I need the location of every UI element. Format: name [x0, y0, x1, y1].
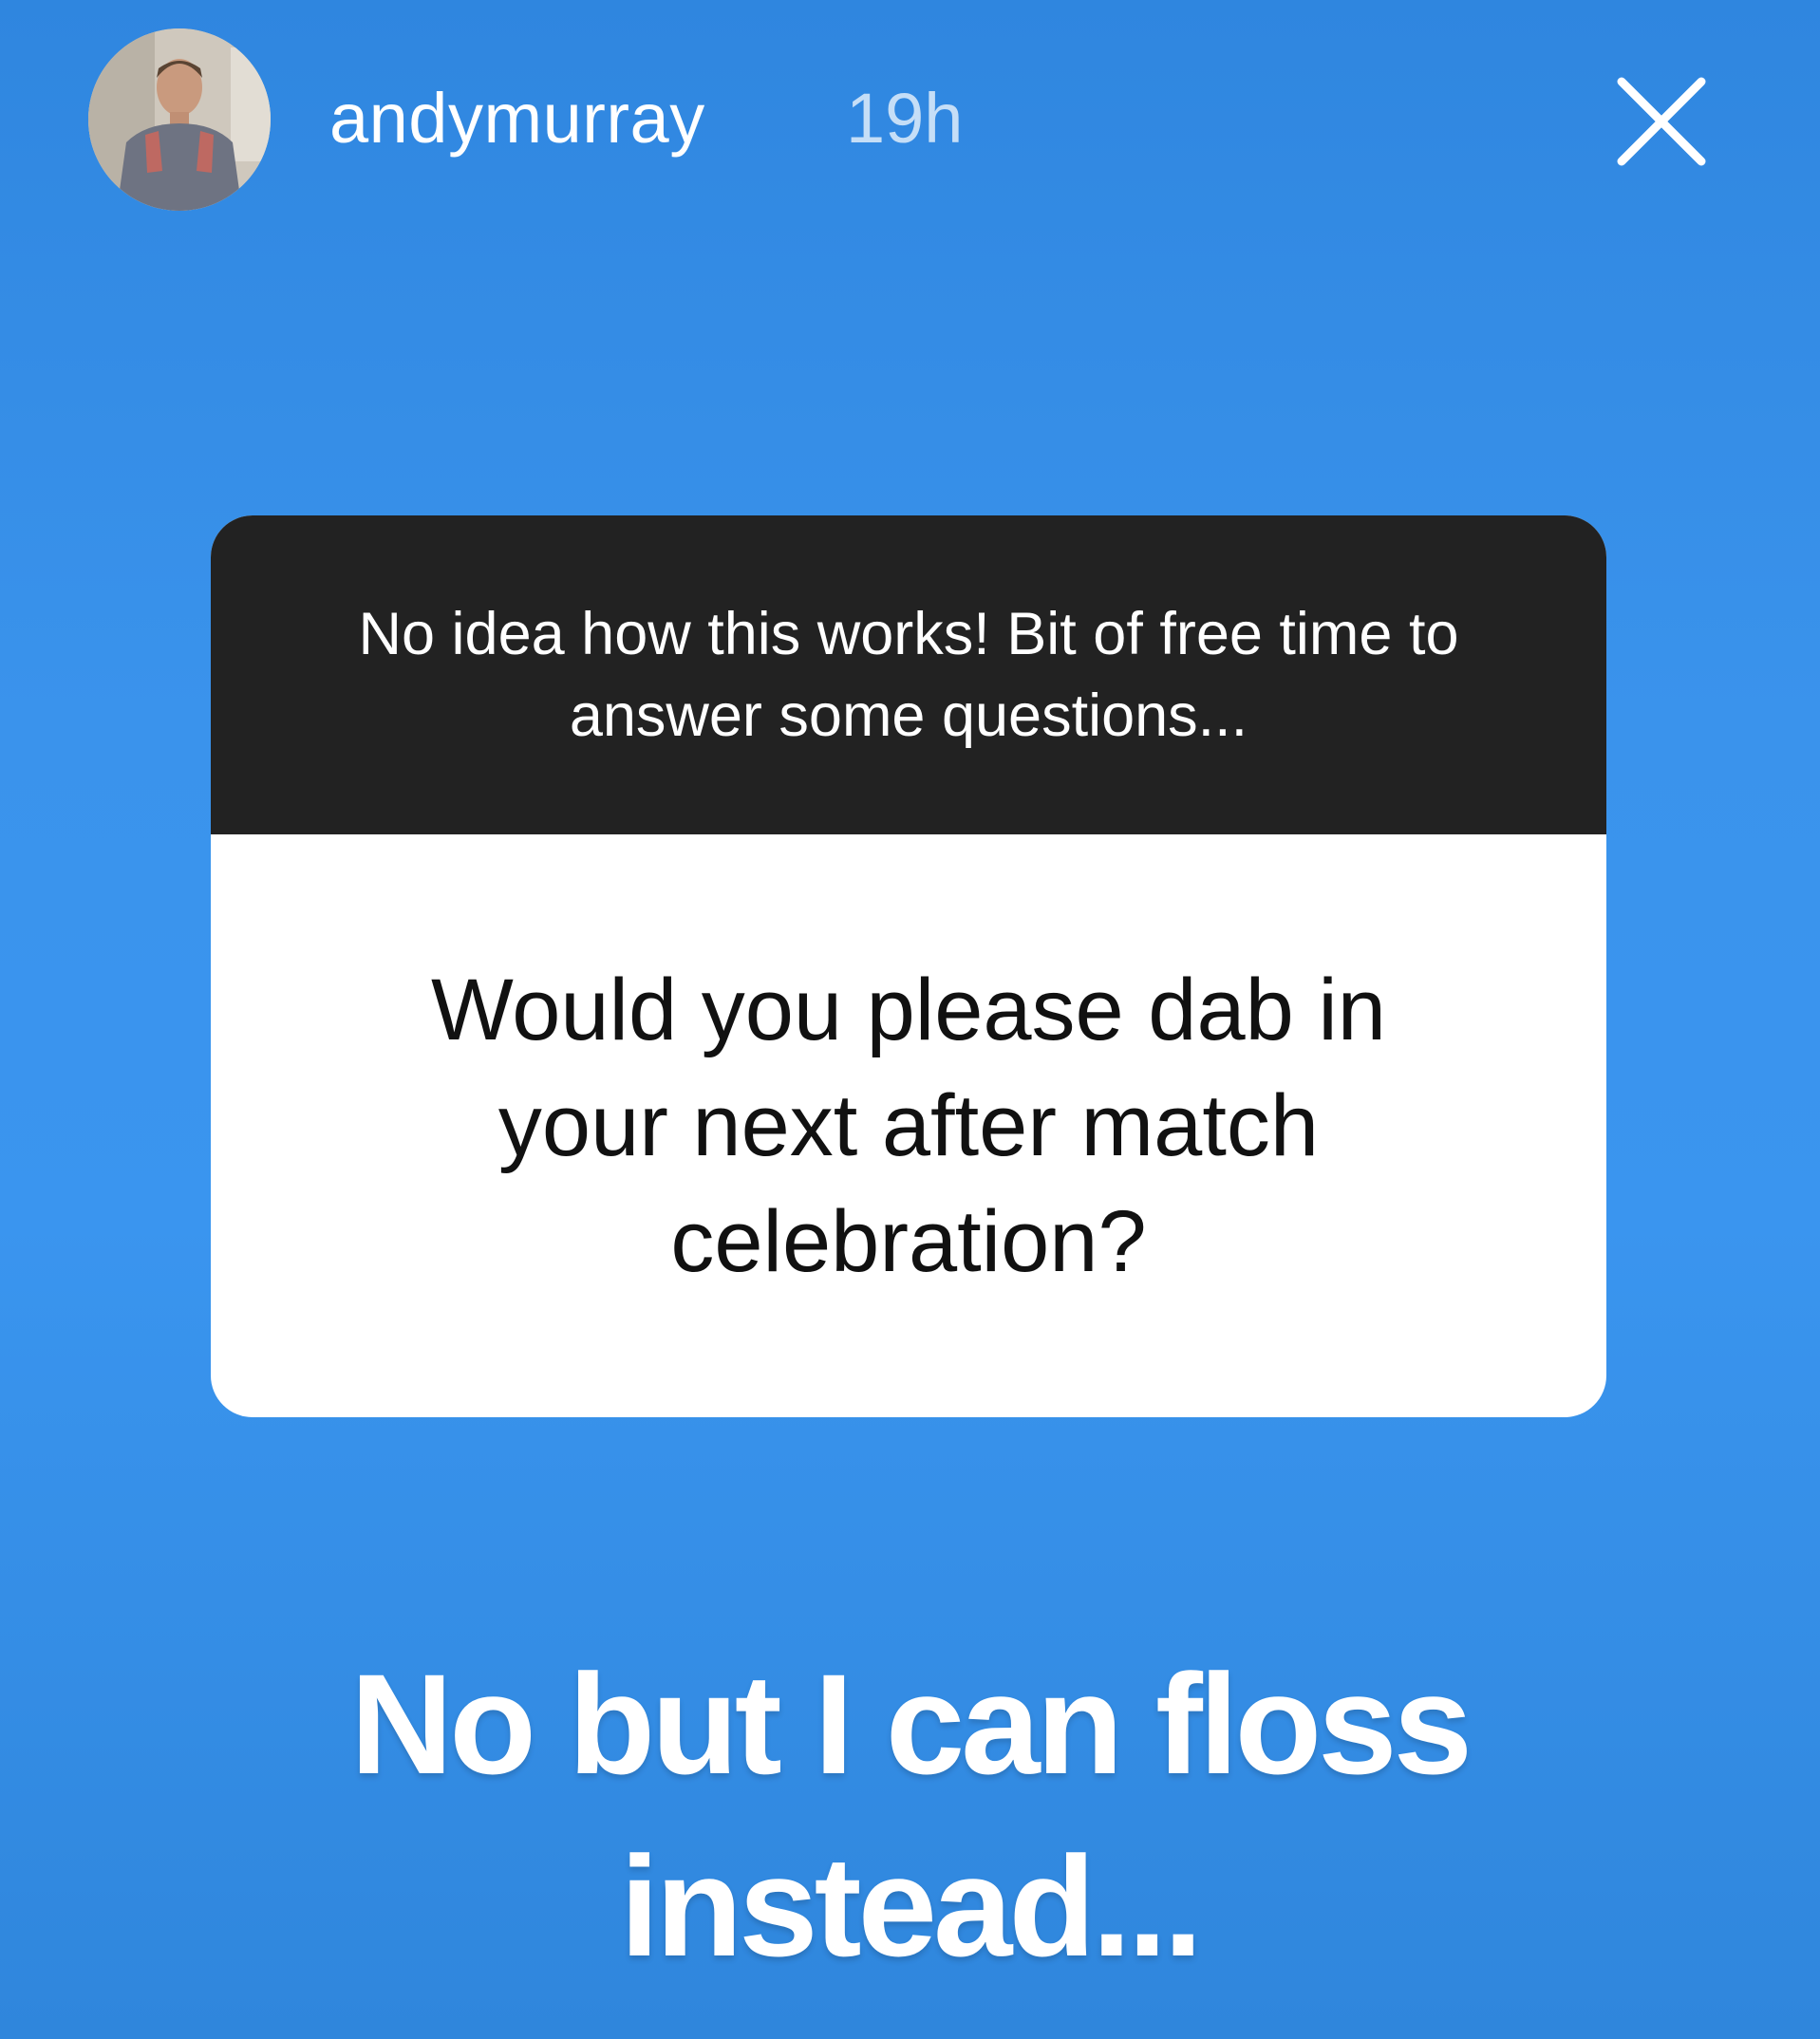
sticker-question-area: Would you please dab in your next after …	[211, 834, 1606, 1417]
story-timestamp: 19h	[846, 79, 964, 158]
sticker-question-text: Would you please dab in your next after …	[431, 962, 1386, 1290]
close-icon	[1617, 77, 1706, 166]
story-username[interactable]: andymurray	[329, 78, 705, 159]
sticker-prompt-bar: No idea how this works! Bit of free time…	[211, 515, 1606, 834]
avatar-photo-icon	[88, 28, 271, 211]
close-button[interactable]	[1614, 74, 1709, 169]
profile-avatar[interactable]	[88, 28, 271, 211]
sticker-prompt-text: No idea how this works! Bit of free time…	[358, 601, 1459, 749]
question-sticker: No idea how this works! Bit of free time…	[211, 515, 1606, 1417]
answer-text: No but I can floss instead...	[349, 1644, 1473, 1986]
story-header: andymurray 19h	[0, 0, 1820, 247]
